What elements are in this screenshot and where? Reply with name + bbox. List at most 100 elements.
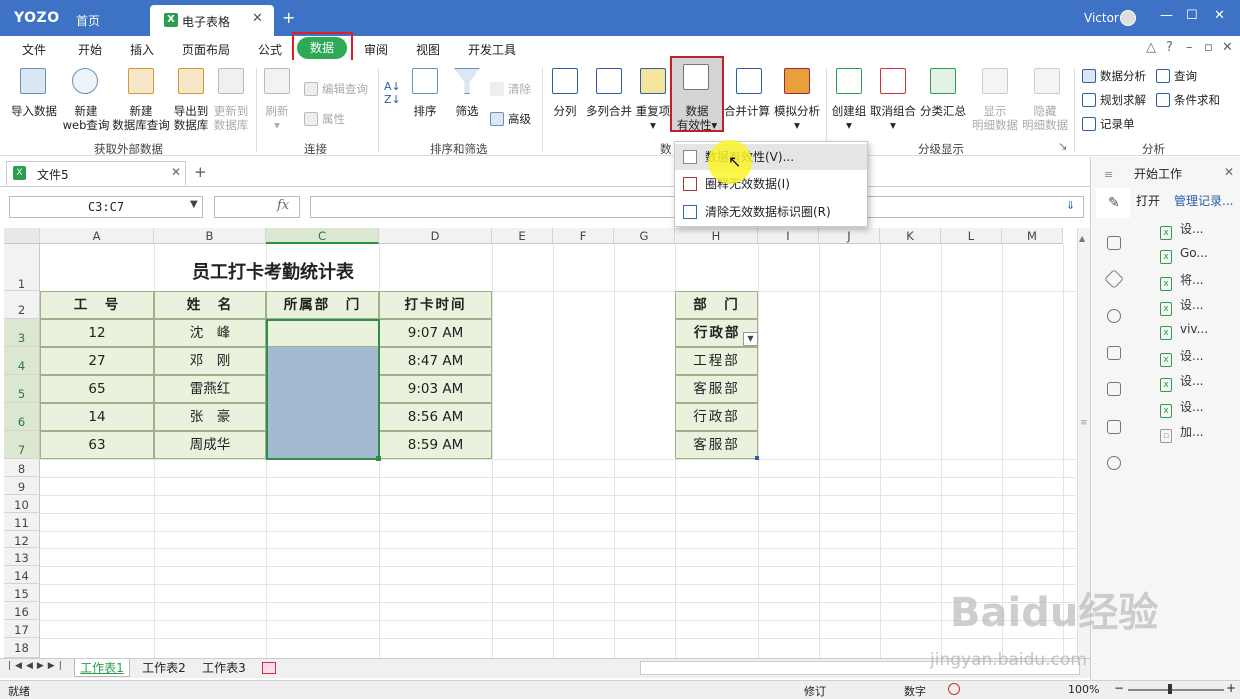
spreadsheet-doc-tab[interactable]: X 电子表格 ✕ [150,5,274,36]
recent-file-item[interactable]: x 设... [1160,296,1203,316]
cell-time[interactable]: 8:47 AM [379,347,492,375]
row-header[interactable]: 11 [4,513,40,531]
close-icon[interactable]: ✕ [171,165,181,179]
dept-list-header[interactable]: 部 门 [675,291,758,319]
row-header[interactable]: 16 [4,602,40,620]
recent-file-item[interactable]: x 设... [1160,220,1203,240]
subtotal-button[interactable]: 分类汇总 [918,104,968,118]
row-header[interactable]: 4 [4,347,40,375]
help-icon[interactable]: ? [1166,40,1173,55]
properties-button[interactable]: 属性 [304,111,345,127]
header-cell-time[interactable]: 打卡时间 [379,291,492,319]
scroll-grip-icon[interactable]: ≡ [1080,418,1088,428]
cell-time[interactable]: 8:56 AM [379,403,492,431]
menu-item-clear-circles[interactable]: 清除无效数据标识圈(R) [675,199,867,225]
column-header[interactable]: A [40,228,154,244]
spreadsheet-grid[interactable]: A B C D E F G H I J K L M 1 2 3 4 5 6 7 … [4,228,1076,658]
expand-formula-icon[interactable]: ⇓ [1066,199,1075,212]
menu-developer[interactable]: 开发工具 [468,41,516,58]
split-column-button[interactable]: 分列 [546,104,584,118]
sheet-tab-2[interactable]: 工作表2 [136,659,192,677]
hide-detail-button[interactable]: 隐藏 明细数据 [1020,104,1070,132]
row-header[interactable]: 17 [4,620,40,638]
recent-file-item[interactable]: x 设... [1160,398,1203,418]
import-data-button[interactable]: 导入数据 [6,104,62,118]
cell-name[interactable]: 邓 刚 [154,347,266,375]
row-header[interactable]: 1 [4,244,40,291]
recent-file-item[interactable]: x 设... [1160,372,1203,392]
conditional-sum-button[interactable]: 条件求和 [1156,92,1220,108]
column-header[interactable]: F [553,228,614,244]
column-header[interactable]: H [675,228,758,244]
user-name[interactable]: Victor [1084,11,1119,25]
new-tab-icon[interactable]: + [282,8,295,27]
fill-handle[interactable] [376,456,381,461]
data-analysis-button[interactable]: 数据分析 [1082,68,1146,84]
task-pane-close-icon[interactable]: ✕ [1224,165,1234,179]
row-header[interactable]: 7 [4,431,40,459]
row-header[interactable]: 6 [4,403,40,431]
header-cell-name[interactable]: 姓 名 [154,291,266,319]
row-header[interactable]: 10 [4,495,40,513]
recent-file-item[interactable]: x 将... [1160,271,1203,291]
advanced-filter-button[interactable]: 高级 [490,111,531,127]
column-header[interactable]: E [492,228,553,244]
menu-file[interactable]: 文件 [22,41,46,58]
avatar[interactable] [1120,10,1136,26]
pane-menu-icon[interactable]: ≡ [1104,168,1113,181]
ribbon-restore-icon[interactable]: ▫ [1204,40,1213,55]
column-header[interactable]: M [1002,228,1063,244]
cell-dropdown-icon[interactable]: ▼ [743,332,758,346]
cell-name[interactable]: 沈 峰 [154,319,266,347]
sheet-nav-arrows-icon[interactable]: |◀◀▶▶| [8,661,66,671]
clear-filter-button[interactable]: 清除 [490,81,531,97]
window-close-icon[interactable]: ✕ [1214,8,1225,23]
row-header[interactable]: 9 [4,477,40,495]
consolidate-button[interactable]: 合并计算 [722,104,772,118]
status-revise[interactable]: 修订 [804,683,826,699]
column-header[interactable]: C [266,228,379,244]
sort-asc-icon[interactable]: A↓ Z↓ [384,80,401,106]
ribbon-close-icon[interactable]: ✕ [1222,40,1233,55]
row-header[interactable]: 13 [4,548,40,566]
zoom-slider[interactable] [1128,689,1224,691]
zoom-level[interactable]: 100% [1068,683,1099,696]
column-header[interactable]: L [941,228,1002,244]
update-to-db-button[interactable]: 更新到 数据库 [210,104,252,132]
zoom-slider-thumb[interactable] [1168,684,1172,694]
cell-name[interactable]: 周成华 [154,431,266,459]
cell-id[interactable]: 63 [40,431,154,459]
pane-open-link[interactable]: 打开 [1136,192,1160,209]
duplicates-button[interactable]: 重复项 ▾ [634,104,672,132]
recent-file-item[interactable]: x Go... [1160,246,1208,264]
row-header[interactable]: 2 [4,291,40,319]
clipboard-icon[interactable] [1107,346,1121,360]
pencil-icon[interactable]: ✎ [1108,195,1120,211]
dept-list-item[interactable]: 客服部 [675,375,758,403]
column-header[interactable]: K [880,228,941,244]
menu-item-circle-invalid[interactable]: 圈释无效数据(I) [675,171,867,197]
sheet-tab-3[interactable]: 工作表3 [196,659,252,677]
record-form-button[interactable]: 记录单 [1082,116,1135,132]
cell-time[interactable]: 9:07 AM [379,319,492,347]
create-group-button[interactable]: 创建组 ▾ [828,104,870,132]
recent-file-item[interactable]: x 设... [1160,347,1203,367]
ungroup-button[interactable]: 取消组合 ▾ [868,104,918,132]
copy-icon[interactable] [1107,382,1121,396]
cell-id[interactable]: 27 [40,347,154,375]
row-header[interactable]: 12 [4,531,40,548]
scroll-up-icon[interactable]: ▲ [1079,234,1085,243]
menu-home[interactable]: 开始 [78,41,102,58]
name-box-dropdown-icon[interactable]: ▼ [190,199,198,210]
row-header[interactable]: 5 [4,375,40,403]
cell-name[interactable]: 张 豪 [154,403,266,431]
collapse-ribbon-icon[interactable]: △ [1146,40,1156,55]
refresh-button[interactable]: 刷新 ▾ [260,104,294,132]
edit-icon[interactable] [1107,420,1121,434]
maximize-icon[interactable]: ☐ [1186,8,1198,23]
column-header[interactable]: G [614,228,675,244]
minimize-icon[interactable]: — [1160,8,1173,23]
status-icon[interactable] [948,683,960,695]
menu-view[interactable]: 视图 [416,41,440,58]
outline-dialog-launcher-icon[interactable]: ↘ [1058,139,1068,153]
